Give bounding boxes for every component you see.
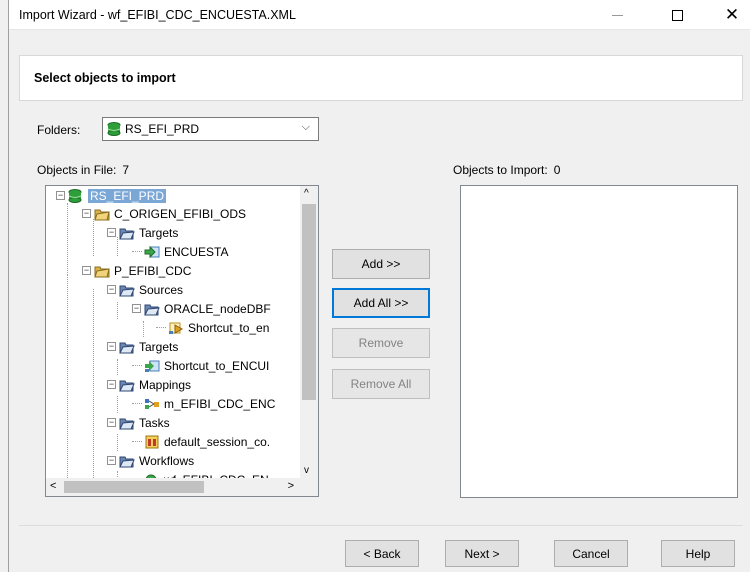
tree-node-label: Sources <box>139 282 184 297</box>
open-folder-icon <box>119 283 135 297</box>
tree-node[interactable]: Shortcut_to_ENCUI <box>132 357 269 374</box>
mapping-icon <box>144 397 160 411</box>
tree-node-label: ORACLE_nodeDBF <box>164 301 271 316</box>
shortcut-source-icon <box>168 321 184 335</box>
folders-selected-value: RS_EFI_PRD <box>125 122 200 136</box>
tree-node-label: Shortcut_to_en <box>188 320 270 335</box>
tree-node-label: RS_EFI_PRD <box>88 188 167 203</box>
page-title: Select objects to import <box>34 71 176 85</box>
maximize-button[interactable] <box>654 0 700 30</box>
objects-to-import-label: Objects to Import: 0 <box>453 163 560 177</box>
open-folder-icon <box>119 378 135 392</box>
tree-node[interactable]: − Mappings <box>107 376 191 393</box>
next-button[interactable]: Next > <box>445 540 519 567</box>
tree-horizontal-scrollbar[interactable]: < > <box>46 478 300 496</box>
tree-node-label: Targets <box>139 339 179 354</box>
objects-in-file-text: Objects in File: <box>37 163 117 177</box>
window-title: Import Wizard - wf_EFIBI_CDC_ENCUESTA.XM… <box>19 8 296 22</box>
header-panel: Select objects to import <box>19 55 743 101</box>
add-all-button[interactable]: Add All >> <box>332 288 430 318</box>
tree-node-label: Mappings <box>139 377 192 392</box>
open-folder-icon <box>119 226 135 240</box>
close-button[interactable]: ✕ <box>709 0 750 30</box>
tree-node[interactable]: − Workflows <box>107 452 194 469</box>
chevron-down-icon: ⌵ <box>301 121 310 133</box>
scrollbar-thumb[interactable] <box>64 481 204 493</box>
collapse-toggle-icon[interactable]: − <box>82 266 91 275</box>
open-folder-icon <box>144 302 160 316</box>
collapse-toggle-icon[interactable]: − <box>56 191 65 200</box>
tree-node[interactable]: − P_EFIBI_CDC <box>82 262 191 279</box>
scroll-up-icon[interactable]: ^ <box>304 188 309 199</box>
tree-node[interactable]: − ORACLE_nodeDBF <box>132 300 271 317</box>
tree-node-label: Workflows <box>139 453 195 468</box>
scroll-down-icon[interactable]: v <box>304 465 309 476</box>
collapse-toggle-icon[interactable]: − <box>107 285 116 294</box>
tree-content: − RS_EFI_PRD − C_ORIGEN_EFIBI_ODS − Targets EN… <box>46 186 300 478</box>
tree-node[interactable]: − Tasks <box>107 414 170 431</box>
collapse-toggle-icon[interactable]: − <box>82 209 91 218</box>
add-button[interactable]: Add >> <box>332 249 430 279</box>
open-folder-icon <box>119 340 135 354</box>
back-button[interactable]: < Back <box>345 540 419 567</box>
collapse-toggle-icon[interactable]: − <box>107 418 116 427</box>
target-icon <box>144 245 160 259</box>
title-bar[interactable]: Import Wizard - wf_EFIBI_CDC_ENCUESTA.XM… <box>9 0 750 30</box>
collapse-toggle-icon[interactable]: − <box>107 342 116 351</box>
maximize-icon <box>671 9 683 21</box>
tree-vertical-scrollbar[interactable]: ^ v <box>300 186 318 478</box>
folders-label: Folders: <box>37 123 81 137</box>
objects-to-import-count: 0 <box>553 163 561 177</box>
open-folder-icon <box>119 416 135 430</box>
tree-node[interactable]: − Targets <box>107 338 178 355</box>
objects-in-file-tree[interactable]: − RS_EFI_PRD − C_ORIGEN_EFIBI_ODS − Targets EN… <box>45 185 319 497</box>
help-button[interactable]: Help <box>661 540 735 567</box>
collapse-toggle-icon[interactable]: − <box>132 304 141 313</box>
objects-in-file-label: Objects in File: 7 <box>37 163 129 177</box>
objects-in-file-count: 7 <box>122 163 130 177</box>
tree-node[interactable]: ENCUESTA <box>132 243 228 260</box>
folder-icon <box>94 264 110 278</box>
objects-to-import-list[interactable] <box>460 185 738 498</box>
tree-node[interactable]: − C_ORIGEN_EFIBI_ODS <box>82 205 246 222</box>
tree-node[interactable]: Shortcut_to_en <box>156 319 269 336</box>
scrollbar-thumb[interactable] <box>302 204 316 400</box>
tree-node[interactable]: − Targets <box>107 224 178 241</box>
scroll-right-icon[interactable]: > <box>288 480 294 492</box>
tree-node[interactable]: − RS_EFI_PRD <box>56 187 167 204</box>
folders-select[interactable]: RS_EFI_PRD ⌵ <box>102 117 319 141</box>
folder-icon <box>94 207 110 221</box>
tree-node-label: Targets <box>139 225 179 240</box>
tree-node-label: default_session_co. <box>164 434 271 449</box>
open-folder-icon <box>119 454 135 468</box>
tree-node[interactable]: default_session_co. <box>132 433 270 450</box>
import-wizard-window: Import Wizard - wf_EFIBI_CDC_ENCUESTA.XM… <box>8 0 750 572</box>
database-icon <box>107 122 121 136</box>
remove-all-button[interactable]: Remove All <box>332 369 430 399</box>
tree-node-label: ENCUESTA <box>164 244 229 259</box>
minimize-icon <box>611 14 623 16</box>
collapse-toggle-icon[interactable]: − <box>107 380 116 389</box>
session-icon <box>144 435 160 449</box>
tree-node[interactable]: m_EFIBI_CDC_ENC <box>132 395 275 412</box>
tree-node[interactable]: wf_EFIBI_CDC_EN <box>132 471 269 478</box>
footer-separator <box>19 525 743 526</box>
tree-node[interactable]: − Sources <box>107 281 183 298</box>
tree-node-label: C_ORIGEN_EFIBI_ODS <box>114 206 247 221</box>
tree-node-label: P_EFIBI_CDC <box>114 263 192 278</box>
collapse-toggle-icon[interactable]: − <box>107 456 116 465</box>
collapse-toggle-icon[interactable]: − <box>107 228 116 237</box>
scroll-left-icon[interactable]: < <box>50 480 56 492</box>
cancel-button[interactable]: Cancel <box>554 540 628 567</box>
database-icon <box>68 188 84 203</box>
shortcut-target-icon <box>144 359 160 373</box>
objects-to-import-text: Objects to Import: <box>453 163 548 177</box>
tree-node-label: Tasks <box>139 415 170 430</box>
tree-node-label: Shortcut_to_ENCUI <box>164 358 270 373</box>
minimize-button[interactable] <box>594 0 640 30</box>
close-icon: ✕ <box>724 5 740 24</box>
remove-button[interactable]: Remove <box>332 328 430 358</box>
scroll-corner <box>300 478 318 496</box>
tree-node-label: m_EFIBI_CDC_ENC <box>164 396 276 411</box>
